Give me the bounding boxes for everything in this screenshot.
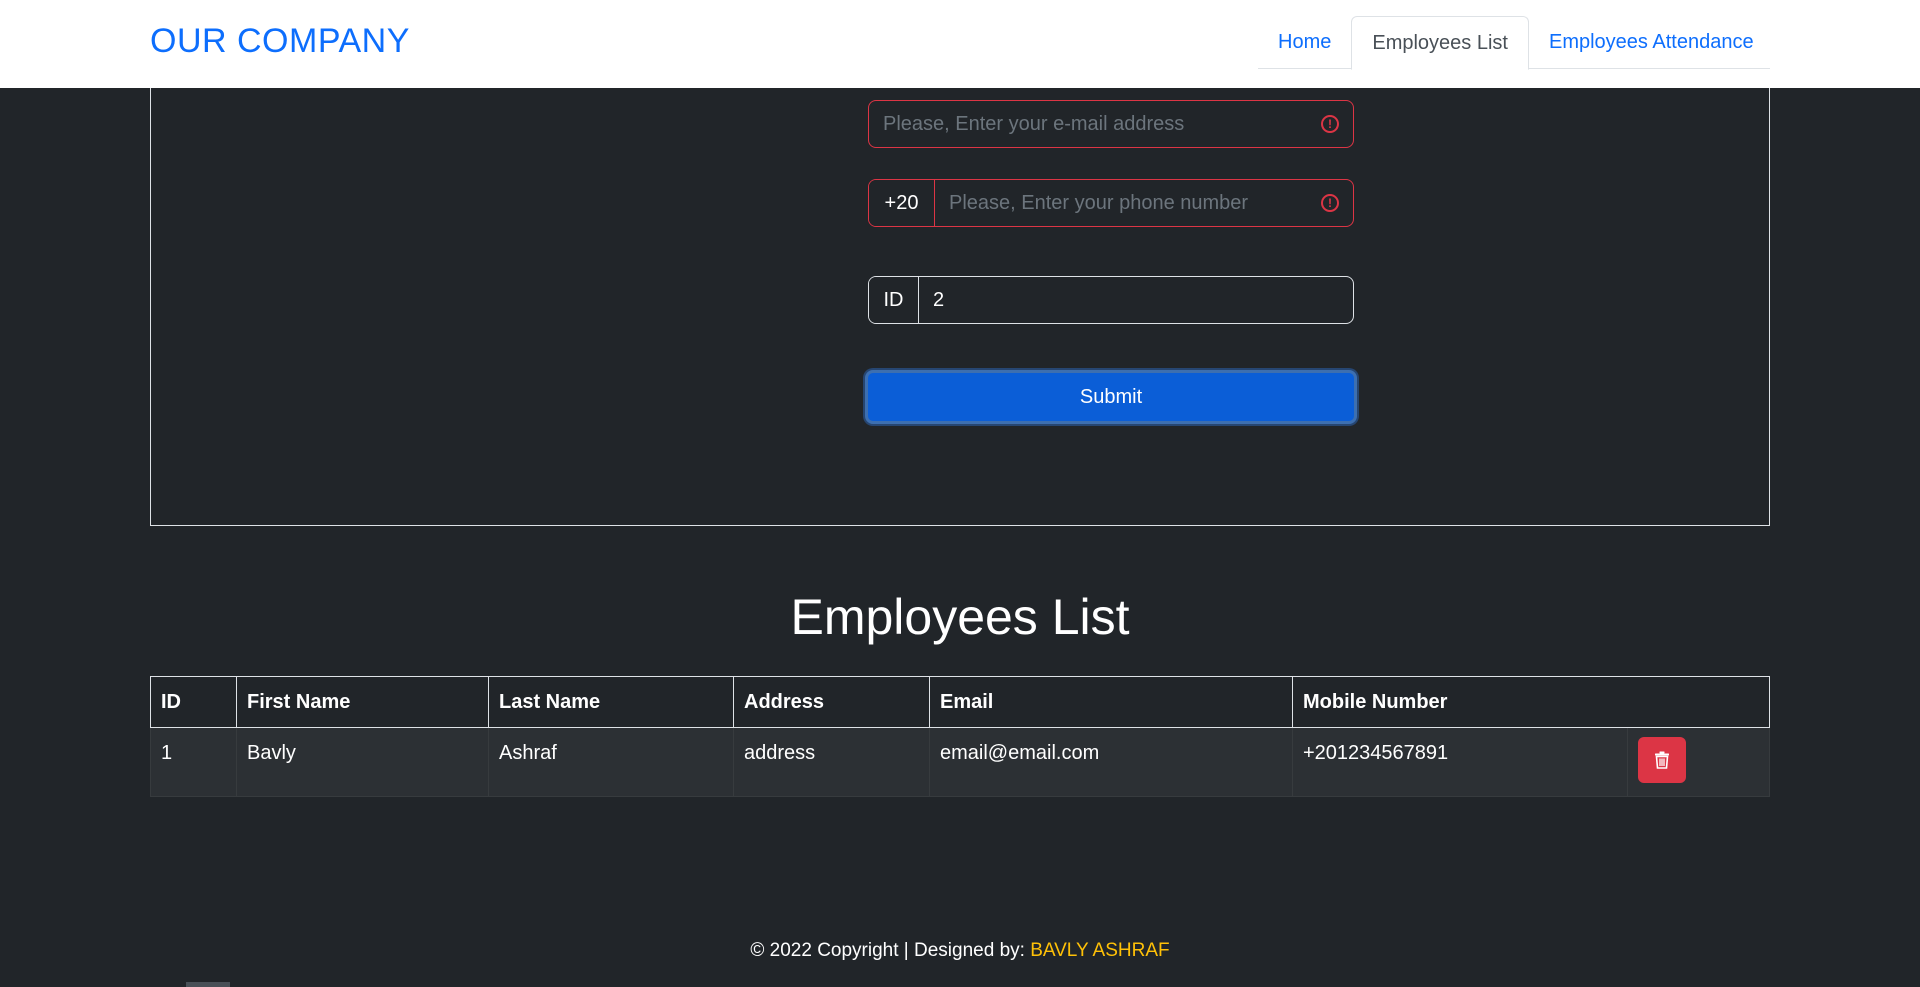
id-input[interactable] (919, 277, 1353, 323)
cell-address: address (733, 727, 930, 797)
employee-form: ! +20 ! ID Submit (150, 40, 1770, 526)
employees-list-title: Employees List (790, 589, 1130, 645)
delete-button[interactable] (1638, 737, 1686, 783)
exclamation-circle-icon: ! (1307, 180, 1353, 226)
tab-employees-list[interactable]: Employees List (1351, 16, 1529, 70)
column-header-last-name: Last Name (488, 676, 734, 728)
brand-logo[interactable]: OUR COMPANY (150, 22, 410, 61)
cell-last-name: Ashraf (488, 727, 734, 797)
column-header-first-name: First Name (236, 676, 489, 728)
phone-input[interactable] (935, 180, 1307, 226)
navbar: OUR COMPANY Home Employees List Employee… (0, 0, 1920, 88)
id-field-group: ID (868, 276, 1354, 324)
cell-id: 1 (150, 727, 237, 797)
tab-employees-attendance[interactable]: Employees Attendance (1529, 16, 1774, 69)
id-label: ID (869, 277, 919, 323)
table-header-row: ID First Name Last Name Address Email Mo… (150, 676, 1770, 728)
email-field-group: ! (868, 100, 1354, 148)
phone-prefix: +20 (869, 180, 935, 226)
column-header-mobile-number: Mobile Number (1292, 676, 1770, 728)
submit-button[interactable]: Submit (865, 370, 1357, 424)
table-row: 1 Bavly Ashraf address email@email.com +… (150, 727, 1770, 797)
scrollbar-thumb[interactable] (186, 982, 230, 987)
column-header-id: ID (150, 676, 237, 728)
exclamation-circle-icon: ! (1307, 101, 1353, 147)
column-header-address: Address (733, 676, 930, 728)
cell-email: email@email.com (929, 727, 1293, 797)
email-input[interactable] (869, 101, 1307, 147)
footer-copyright: © 2022 Copyright | Designed by: (750, 940, 1031, 961)
column-header-email: Email (929, 676, 1293, 728)
footer: © 2022 Copyright | Designed by: BAVLY AS… (0, 940, 1920, 962)
cell-actions (1627, 727, 1770, 797)
trash-icon (1655, 751, 1669, 769)
footer-designer-link[interactable]: BAVLY ASHRAF (1030, 940, 1169, 961)
phone-field-group: +20 ! (868, 179, 1354, 227)
tab-home[interactable]: Home (1258, 16, 1351, 69)
cell-first-name: Bavly (236, 727, 489, 797)
cell-mobile: +201234567891 (1292, 727, 1628, 797)
nav-tabs: Home Employees List Employees Attendance (1258, 16, 1770, 70)
employees-table: ID First Name Last Name Address Email Mo… (150, 676, 1770, 797)
